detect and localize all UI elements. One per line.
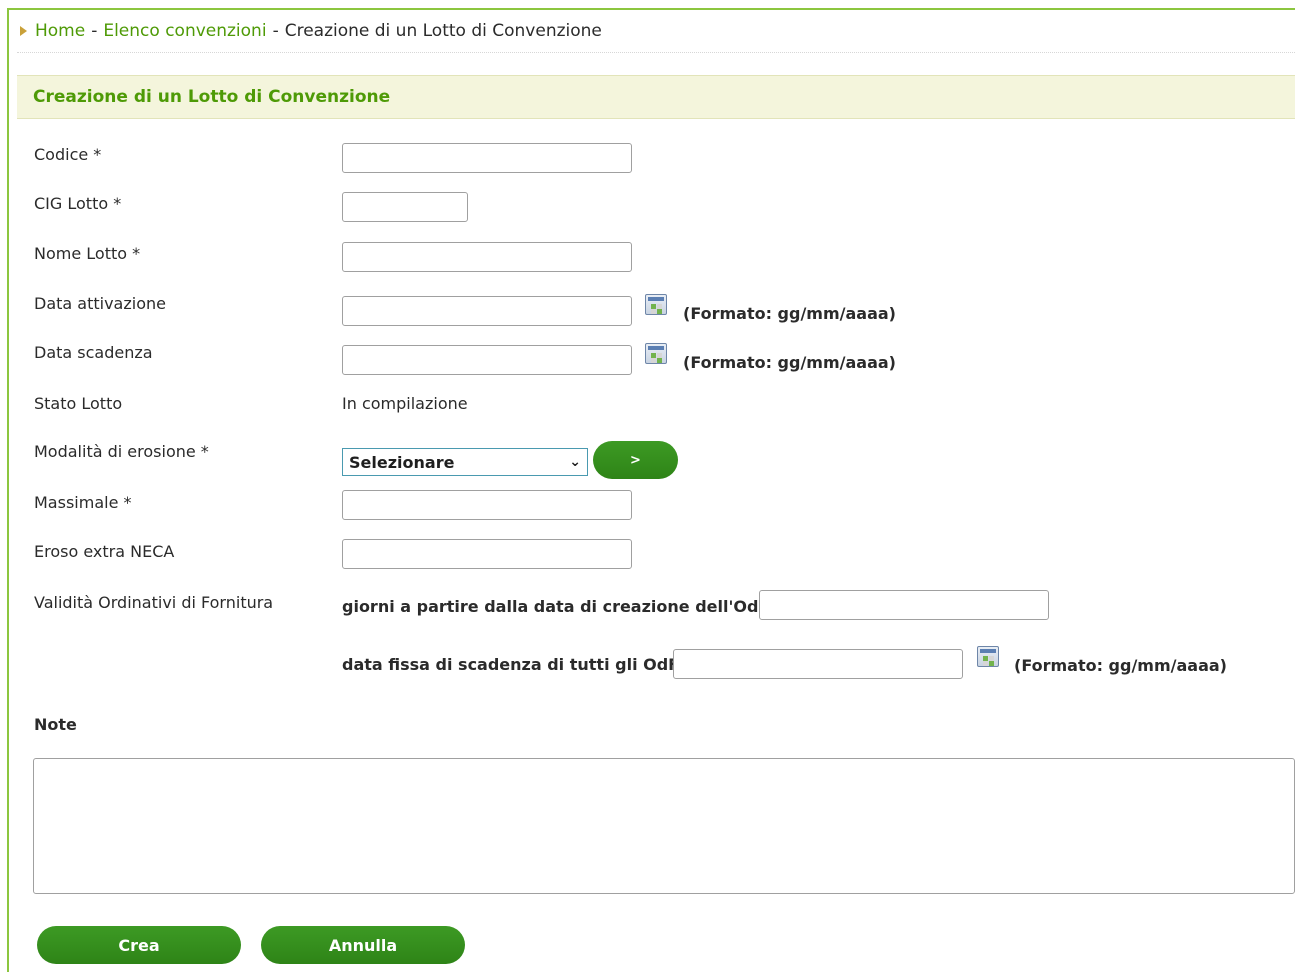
section-title: Creazione di un Lotto di Convenzione <box>33 87 391 107</box>
validita-ordinativi-label: Validità Ordinativi di Fornitura <box>34 593 274 612</box>
chevron-down-icon: ⌄ <box>569 454 581 470</box>
annulla-button[interactable]: Annulla <box>261 926 465 964</box>
data-scadenza-calendar-icon[interactable] <box>645 343 667 364</box>
breadcrumb-home-link[interactable]: Home <box>35 21 85 41</box>
data-fissa-format-hint: (Formato: gg/mm/aaaa) <box>1014 656 1227 675</box>
stato-lotto-label: Stato Lotto <box>34 394 123 413</box>
crea-button-label: Crea <box>118 935 160 955</box>
nome-lotto-input[interactable] <box>342 242 632 272</box>
data-attivazione-label: Data attivazione <box>34 294 166 313</box>
data-fissa-calendar-icon[interactable] <box>977 646 999 667</box>
nome-lotto-label: Nome Lotto * <box>34 244 141 263</box>
modalita-erosione-select[interactable]: Selezionare ⌄ <box>342 448 588 476</box>
modalita-erosione-selected: Selezionare <box>349 452 455 472</box>
breadcrumb-divider <box>17 52 1295 53</box>
cig-lotto-input[interactable] <box>342 192 468 222</box>
crea-button[interactable]: Crea <box>37 926 241 964</box>
modalita-erosione-label: Modalità di erosione * <box>34 442 209 461</box>
codice-label: Codice * <box>34 145 102 164</box>
data-attivazione-calendar-icon[interactable] <box>645 294 667 315</box>
breadcrumb-arrow-icon <box>20 26 27 36</box>
codice-input[interactable] <box>342 143 632 173</box>
stato-lotto-value: In compilazione <box>342 394 468 413</box>
data-attivazione-input[interactable] <box>342 296 632 326</box>
eroso-extra-neca-label: Eroso extra NECA <box>34 542 175 561</box>
cig-lotto-label: CIG Lotto * <box>34 194 122 213</box>
annulla-button-label: Annulla <box>328 935 398 955</box>
breadcrumb-list-link[interactable]: Elenco convenzioni <box>103 21 266 41</box>
breadcrumb: Home - Elenco convenzioni - Creazione di… <box>20 18 602 44</box>
data-fissa-input[interactable] <box>673 649 963 679</box>
data-scadenza-format-hint: (Formato: gg/mm/aaaa) <box>683 353 896 372</box>
data-scadenza-label: Data scadenza <box>34 343 153 362</box>
section-header: Creazione di un Lotto di Convenzione <box>17 75 1295 119</box>
data-scadenza-input[interactable] <box>342 345 632 375</box>
giorni-label: giorni a partire dalla data di creazione… <box>342 597 775 616</box>
note-textarea[interactable] <box>33 758 1295 894</box>
go-button-label: > <box>630 452 641 468</box>
modalita-erosione-go-button[interactable]: > <box>593 441 678 479</box>
data-attivazione-format-hint: (Formato: gg/mm/aaaa) <box>683 304 896 323</box>
note-label: Note <box>34 715 77 734</box>
data-fissa-label: data fissa di scadenza di tutti gli OdF: <box>342 655 685 674</box>
massimale-label: Massimale * <box>34 493 132 512</box>
eroso-extra-neca-input[interactable] <box>342 539 632 569</box>
giorni-input[interactable] <box>759 590 1049 620</box>
massimale-input[interactable] <box>342 490 632 520</box>
breadcrumb-separator: - <box>91 21 98 41</box>
breadcrumb-current: Creazione di un Lotto di Convenzione <box>284 21 602 41</box>
breadcrumb-separator: - <box>272 21 279 41</box>
